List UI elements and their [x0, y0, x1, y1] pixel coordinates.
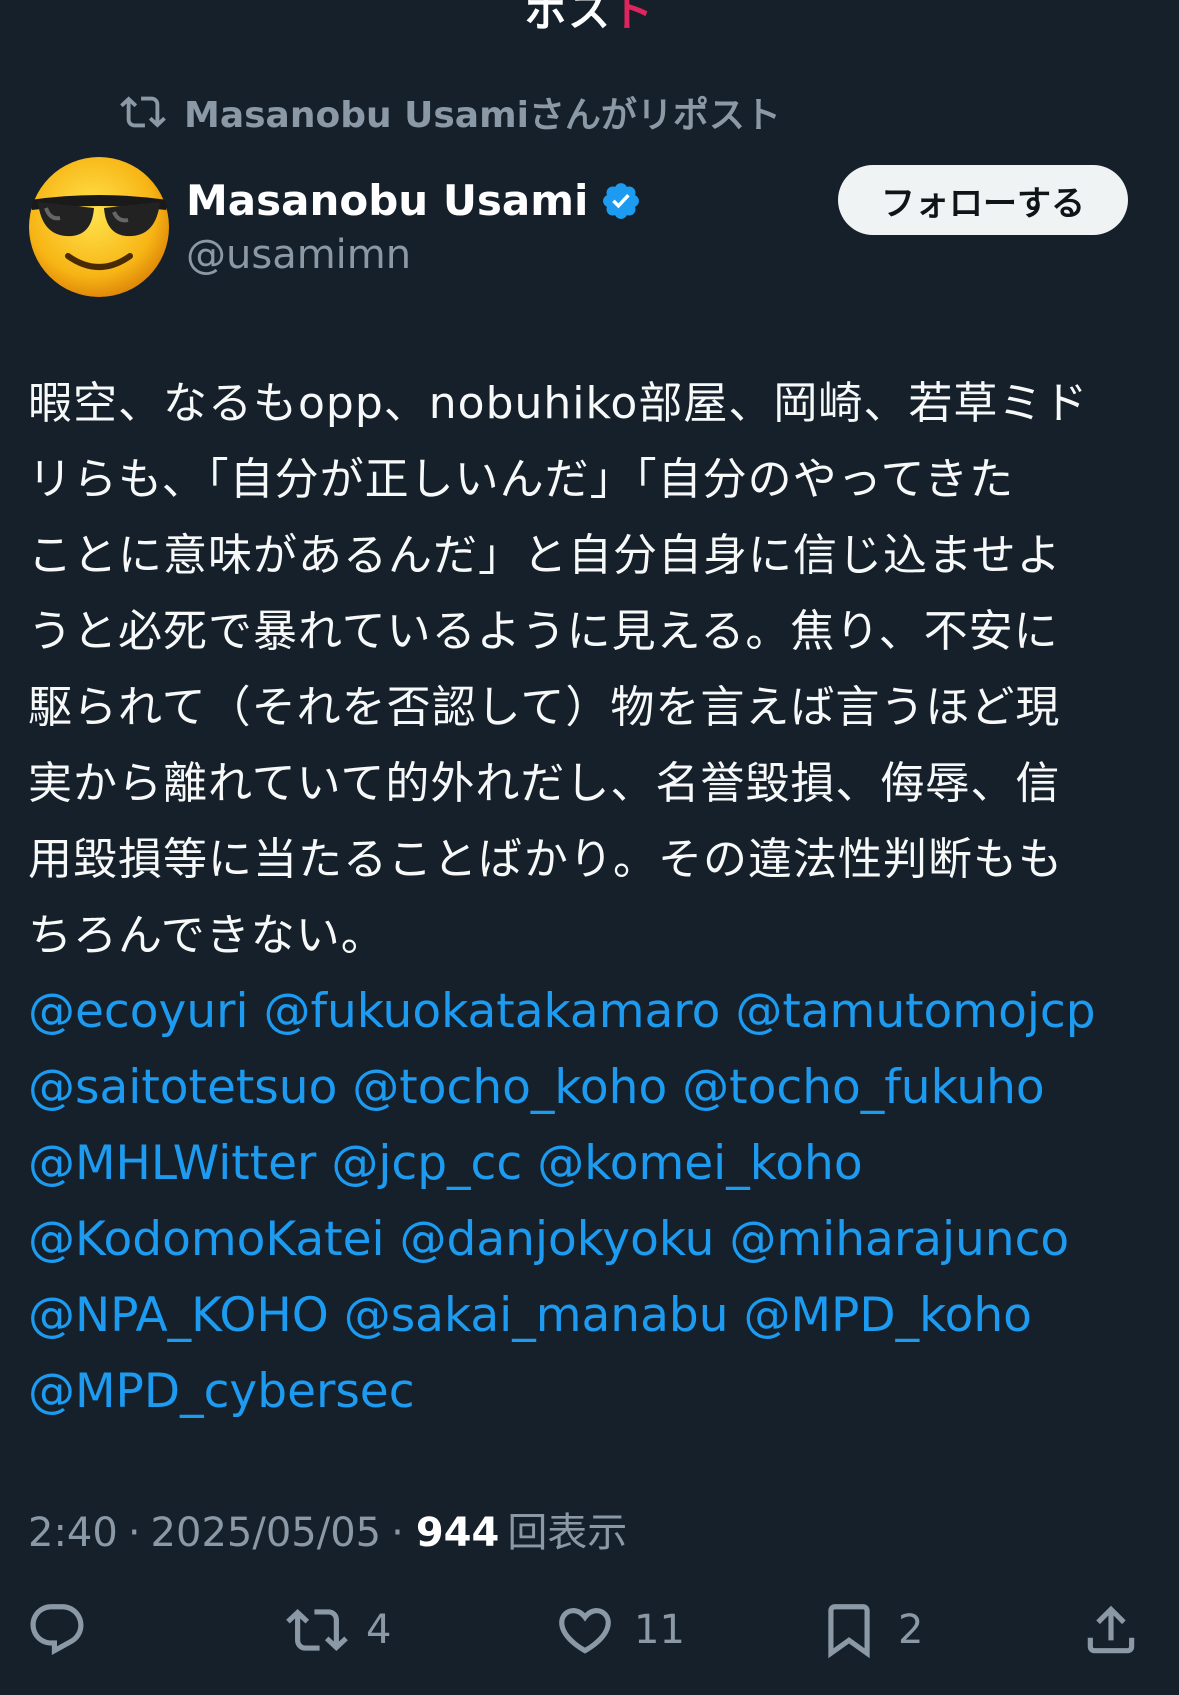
- post-time[interactable]: 2:40: [28, 1510, 118, 1556]
- mention-link[interactable]: @sakai_manabu: [344, 1288, 729, 1343]
- mention-link[interactable]: @fukuokatakamaro: [263, 984, 720, 1039]
- post-meta: 2:40 · 2025/05/05 · 944 回表示: [28, 1500, 627, 1558]
- mentions-line: @NPA_KOHO @sakai_manabu @MPD_koho: [28, 1278, 1153, 1354]
- views-count: 944: [415, 1510, 500, 1556]
- share-button[interactable]: [1080, 1590, 1142, 1670]
- follow-button[interactable]: フォローする: [838, 165, 1128, 235]
- like-count: 11: [634, 1607, 685, 1653]
- repost-icon: [120, 96, 166, 128]
- mention-link[interactable]: @komei_koho: [537, 1136, 862, 1191]
- mention-link[interactable]: @danjokyoku: [400, 1212, 715, 1267]
- author-handle[interactable]: @usamimn: [186, 232, 411, 278]
- mention-link[interactable]: @saitotetsuo: [28, 1060, 337, 1115]
- post-text-line: 実から離れていて的外れだし、名誉毀損、侮辱、信: [28, 758, 1061, 809]
- author-name-row: Masanobu Usami: [186, 176, 642, 225]
- repost-button[interactable]: 4: [286, 1590, 391, 1670]
- mention-link[interactable]: @miharajunco: [729, 1212, 1069, 1267]
- mention-link[interactable]: @MHLWitter: [28, 1136, 316, 1191]
- mention-link[interactable]: @tocho_koho: [352, 1060, 667, 1115]
- top-bar: ポスト: [0, 0, 1179, 40]
- mention-link[interactable]: @NPA_KOHO: [28, 1288, 329, 1343]
- page-title: ポスト: [524, 0, 655, 36]
- mentions-line: @KodomoKatei @danjokyoku @miharajunco: [28, 1202, 1153, 1278]
- mention-link[interactable]: @MPD_cybersec: [28, 1364, 415, 1419]
- repost-context: Masanobu Usamiさんがリポスト: [120, 90, 781, 136]
- more-options-icon[interactable]: [1049, 0, 1119, 16]
- mention-link[interactable]: @jcp_cc: [331, 1136, 522, 1191]
- mentions-line: @ecoyuri @fukuokatakamaro @tamutomojcp: [28, 974, 1153, 1050]
- display-name[interactable]: Masanobu Usami: [186, 176, 588, 225]
- post-text-line: ことに意味があるんだ」と自分自身に信じ込ませよ: [28, 530, 1062, 581]
- reply-icon: [30, 1604, 84, 1656]
- post-text-line: 暇空、なるもopp、nobuhiko部屋、岡崎、若草ミド: [28, 378, 1089, 429]
- repost-count: 4: [366, 1607, 392, 1653]
- bookmark-button[interactable]: 2: [818, 1590, 923, 1670]
- mention-link[interactable]: @tocho_fukuho: [682, 1060, 1045, 1115]
- verified-badge-icon: [603, 182, 640, 219]
- post-text: 暇空、なるもopp、nobuhiko部屋、岡崎、若草ミド リらも、「自分が正しい…: [28, 366, 1153, 974]
- post-text-line: ちろんできない。: [28, 910, 386, 961]
- bookmark-icon: [828, 1604, 870, 1659]
- post-date[interactable]: 2025/05/05: [151, 1510, 382, 1556]
- like-button[interactable]: 11: [554, 1590, 685, 1670]
- mention-link[interactable]: @KodomoKatei: [28, 1212, 385, 1267]
- repost-context-text[interactable]: Masanobu Usamiさんがリポスト: [184, 86, 781, 138]
- mention-link[interactable]: @MPD_koho: [743, 1288, 1031, 1343]
- repost-icon: [286, 1609, 348, 1651]
- mention-link[interactable]: @tamutomojcp: [735, 984, 1095, 1039]
- meta-separator: ·: [127, 1510, 141, 1556]
- mention-link[interactable]: @ecoyuri: [28, 984, 249, 1039]
- reply-button[interactable]: [26, 1590, 88, 1670]
- mentions-line: @MPD_cybersec: [28, 1354, 1153, 1430]
- sunglasses-emoji-icon: [29, 157, 169, 297]
- post-text-line: 用毀損等に当たることばかり。その違法性判断もも: [28, 834, 1063, 885]
- meta-separator: ·: [391, 1510, 404, 1556]
- post-text-line: うと必死で暴れているように見える。焦り、不安に: [28, 606, 1059, 657]
- post-text-line: 駆られて（それを否認して）物を言えば言うほど現: [28, 682, 1061, 733]
- heart-icon: [559, 1608, 611, 1654]
- mentions-line: @MHLWitter @jcp_cc @komei_koho: [28, 1126, 1153, 1202]
- post-text-line: リらも、「自分が正しいんだ」「自分のやってきた: [28, 454, 1015, 505]
- views-label: 回表示: [507, 1510, 628, 1556]
- mentions-list: @ecoyuri @fukuokatakamaro @tamutomojcp @…: [28, 974, 1153, 1430]
- bookmark-count: 2: [898, 1607, 924, 1653]
- avatar[interactable]: [28, 156, 170, 298]
- action-bar: 4 11 2: [0, 1590, 1179, 1670]
- mentions-line: @saitotetsuo @tocho_koho @tocho_fukuho: [28, 1050, 1153, 1126]
- share-icon: [1087, 1605, 1135, 1654]
